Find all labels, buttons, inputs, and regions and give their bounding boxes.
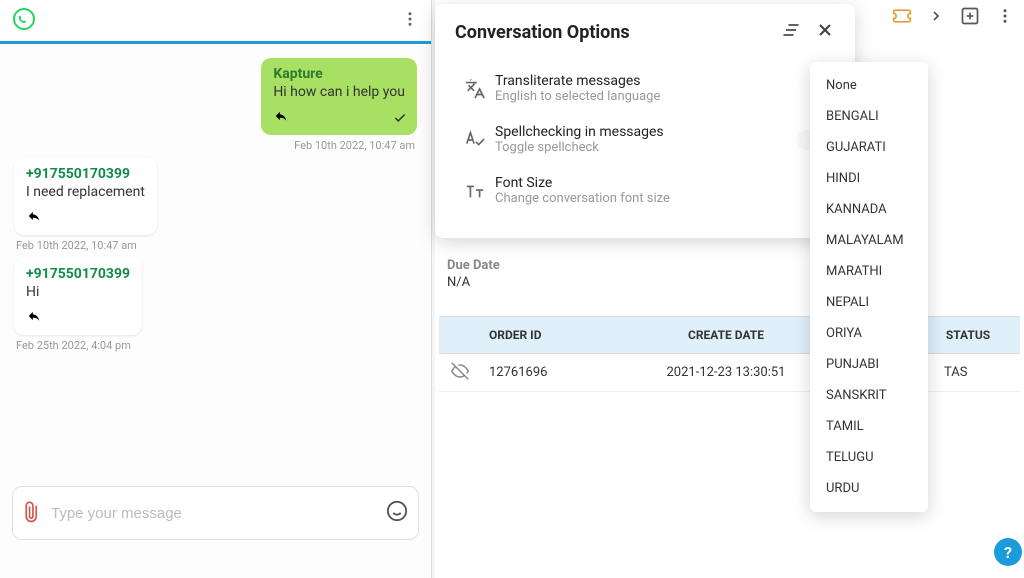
visibility-off-icon[interactable] [439, 362, 481, 384]
due-date-value: N/A [447, 275, 500, 290]
lang-option-urdu[interactable]: URDU [810, 473, 928, 504]
font-size-icon [455, 180, 495, 202]
td-status: TAS [916, 365, 1020, 380]
spellcheck-sub: Toggle spellcheck [495, 140, 797, 155]
lang-option-malayalam[interactable]: MALAYALAM [810, 225, 928, 256]
due-date-section: Due Date N/A [447, 258, 500, 290]
due-date-label: Due Date [447, 258, 500, 273]
translate-icon [455, 78, 495, 100]
lang-option-sanskrit[interactable]: SANSKRIT [810, 380, 928, 411]
lang-option-telugu[interactable]: TELUGU [810, 442, 928, 473]
th-order-id: ORDER ID [481, 328, 631, 342]
reply-icon[interactable] [273, 108, 289, 127]
spellcheck-row[interactable]: Spellchecking in messages Toggle spellch… [455, 114, 835, 165]
reply-icon[interactable] [26, 308, 42, 327]
panel-title: Conversation Options [455, 22, 767, 43]
lang-option-punjabi[interactable]: PUNJABI [810, 349, 928, 380]
order-table: ORDER ID CREATE DATE TO STATUS 12761696 … [439, 316, 1020, 392]
notes-icon[interactable] [781, 20, 801, 45]
transliterate-row[interactable]: Transliterate messages English to select… [455, 63, 835, 114]
check-icon [393, 111, 407, 129]
lang-option-marathi[interactable]: MARATHI [810, 256, 928, 287]
chat-header [0, 0, 431, 44]
spellcheck-icon [455, 129, 495, 151]
emoji-icon[interactable] [386, 500, 408, 527]
font-sub: Change conversation font size [495, 191, 815, 206]
lang-option-bengali[interactable]: BENGALI [810, 101, 928, 132]
message-bubble: +917550170399 I need replacement [14, 158, 157, 235]
right-toolbar [892, 6, 1014, 31]
ticket-icon[interactable] [892, 6, 912, 31]
font-size-row[interactable]: Font Size Change conversation font size [455, 165, 835, 216]
more-icon[interactable] [996, 7, 1014, 30]
message-time: Feb 10th 2022, 10:47 am [16, 239, 137, 252]
reply-icon[interactable] [26, 208, 42, 227]
message-sender: Kapture [273, 66, 405, 82]
message-sender: +917550170399 [26, 266, 130, 282]
message-incoming: +917550170399 I need replacement Feb 10t… [14, 158, 417, 252]
chat-messages: Kapture Hi how can i help you Feb 10th 2… [0, 44, 431, 468]
lang-option-none[interactable]: None [810, 70, 928, 101]
lang-option-nepali[interactable]: NEPALI [810, 287, 928, 318]
add-box-icon[interactable] [960, 6, 980, 31]
td-create-date: 2021-12-23 13:30:51 [631, 365, 821, 380]
close-icon[interactable] [815, 20, 835, 45]
transliterate-sub: English to selected language [495, 89, 817, 104]
message-bubble: +917550170399 Hi [14, 258, 142, 335]
chat-more-icon[interactable] [401, 10, 419, 32]
table-row[interactable]: 12761696 2021-12-23 13:30:51 2000 TAS [439, 354, 1020, 392]
language-dropdown: None BENGALI GUJARATI HINDI KANNADA MALA… [810, 62, 928, 512]
message-time: Feb 25th 2022, 4:04 pm [16, 339, 131, 352]
lang-option-gujarati[interactable]: GUJARATI [810, 132, 928, 163]
lang-option-tamil[interactable]: TAMIL [810, 411, 928, 442]
table-header-row: ORDER ID CREATE DATE TO STATUS [439, 316, 1020, 354]
th-status: STATUS [916, 328, 1020, 342]
font-title: Font Size [495, 175, 815, 191]
whatsapp-icon [12, 7, 36, 35]
message-time: Feb 10th 2022, 10:47 am [294, 139, 415, 152]
transliterate-title: Transliterate messages [495, 73, 817, 89]
message-outgoing: Kapture Hi how can i help you Feb 10th 2… [14, 58, 417, 152]
lang-option-kannada[interactable]: KANNADA [810, 194, 928, 225]
message-text: Hi how can i help you [273, 84, 405, 100]
message-sender: +917550170399 [26, 166, 145, 182]
lang-option-oriya[interactable]: ORIYA [810, 318, 928, 349]
spellcheck-title: Spellchecking in messages [495, 124, 797, 140]
message-text: I need replacement [26, 184, 145, 200]
message-input[interactable] [51, 505, 386, 522]
th-create-date: CREATE DATE [631, 328, 821, 342]
lang-option-hindi[interactable]: HINDI [810, 163, 928, 194]
message-incoming: +917550170399 Hi Feb 25th 2022, 4:04 pm [14, 258, 417, 352]
message-text: Hi [26, 284, 130, 300]
chat-input-area [0, 468, 431, 578]
attach-icon[interactable] [17, 497, 49, 529]
conversation-options-panel: Conversation Options Transliterate messa… [435, 4, 855, 238]
chevron-right-icon[interactable] [928, 8, 944, 29]
chat-panel: Kapture Hi how can i help you Feb 10th 2… [0, 0, 432, 578]
td-order-id: 12761696 [481, 365, 631, 380]
message-bubble: Kapture Hi how can i help you [261, 58, 417, 135]
help-button[interactable]: ? [994, 538, 1022, 566]
